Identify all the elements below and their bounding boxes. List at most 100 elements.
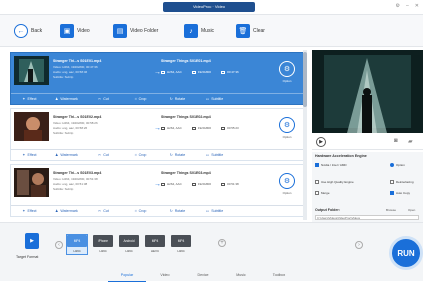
codec-field[interactable]: H264, AAC (161, 182, 182, 186)
video-item[interactable]: Stranger Thi...s S01E03.mp4 Video: H264,… (10, 164, 306, 217)
cut-button[interactable]: ✂ Cut (85, 94, 122, 104)
options-label: Option (396, 163, 405, 167)
list-scrollbar[interactable] (303, 50, 307, 220)
folder-icon[interactable]: ▰ (408, 138, 413, 145)
effect-button[interactable]: ✦ Effect (11, 206, 48, 216)
output-filename[interactable]: Stranger Things S01E02.mp4 (161, 115, 211, 119)
hw-accel-options[interactable]: Option (390, 163, 405, 167)
codec-icon (161, 126, 165, 130)
arrow-right-icon: → (154, 181, 161, 188)
clock-icon (221, 70, 226, 74)
window-controls: ⚙ – ✕ (396, 3, 419, 9)
rotate-button[interactable]: ↻ Rotate (159, 206, 196, 216)
add-format-button[interactable]: + (218, 239, 226, 247)
cut-label: Cut (103, 209, 109, 213)
category-tabs: Popular Video Device Music Toolbox (0, 270, 423, 282)
duration-field: 00:47:36 (221, 70, 239, 74)
snapshot-icon[interactable]: ◙ (394, 138, 398, 144)
video-item[interactable]: Stranger Thi...s S01E01.mp4 Video: H264,… (10, 52, 306, 105)
chevron-right-icon[interactable]: › (355, 241, 363, 249)
add-music-button[interactable]: ♪ Music (184, 24, 214, 38)
format-item[interactable]: MP4 H264 (171, 235, 191, 254)
tab-toolbox[interactable]: Toolbox (260, 270, 298, 282)
option-button[interactable]: ⚙ (279, 61, 295, 77)
resolution-value: 1920x800 (197, 70, 212, 74)
browse-button[interactable]: Browse (386, 208, 396, 212)
scroll-thumb[interactable] (303, 52, 307, 107)
hw-accel-nvidia-checkbox[interactable]: Nvidia / Intel / AMD (315, 163, 347, 167)
settings-gear-icon[interactable]: ⚙ (396, 3, 400, 9)
back-button[interactable]: ← Back (14, 24, 42, 38)
add-video-folder-button[interactable]: ▤ Video Folder (113, 24, 158, 38)
run-button[interactable]: RUN (389, 236, 423, 270)
watermark-button[interactable]: ♟ Watermark (48, 206, 85, 216)
deinterlacing-label: Deinterlacing (396, 180, 414, 184)
output-filename[interactable]: Stranger Things S01E03.mp4 (161, 171, 211, 175)
resolution-field[interactable]: 1920x800 (191, 182, 212, 186)
high-quality-checkbox[interactable]: Use High Quality Engine (315, 180, 354, 184)
duration-value: 00:47:36 (227, 70, 239, 74)
codec-value: H264, AAC (167, 182, 182, 186)
option-button[interactable]: ⚙ (279, 173, 295, 189)
tab-device[interactable]: Device (184, 270, 222, 282)
source-meta: Video: H264, 1920x800, 00:51:38 Audio: e… (53, 177, 98, 192)
format-item[interactable]: MP4 H264 (66, 234, 88, 255)
subtitle-button[interactable]: ▭ Subtitle (196, 94, 233, 104)
chevron-left-icon[interactable]: ‹ (55, 241, 63, 249)
merge-checkbox[interactable]: Merge (315, 191, 330, 195)
codec-field[interactable]: H264, AAC (161, 126, 182, 130)
output-folder-path[interactable]: C:\Users\Videos\VideoProc\Videos (315, 215, 419, 220)
watermark-button[interactable]: ♟ Watermark (48, 94, 85, 104)
crop-button[interactable]: ⌗ Crop (122, 150, 159, 160)
codec-field[interactable]: H264, AAC (161, 70, 182, 74)
source-filename: Stranger Thi...s S01E01.mp4 (53, 59, 102, 63)
effect-button[interactable]: ✦ Effect (11, 150, 48, 160)
format-card: Android (119, 235, 139, 247)
option-button[interactable]: ⚙ (279, 117, 295, 133)
tab-popular[interactable]: Popular (108, 270, 146, 282)
resolution-field[interactable]: 1920x800 (191, 70, 212, 74)
crop-button[interactable]: ⌗ Crop (122, 206, 159, 216)
play-button[interactable]: ▶ (316, 137, 326, 147)
output-filename[interactable]: Stranger Things S01E01.mp4 (161, 59, 211, 63)
deinterlacing-checkbox[interactable]: Deinterlacing (390, 180, 414, 184)
auto-copy-checkbox[interactable]: Auto Copy (390, 191, 410, 195)
format-item[interactable]: MP4 HEVC (145, 235, 165, 254)
close-icon[interactable]: ✕ (415, 3, 419, 9)
target-format-icon[interactable]: ▶ (25, 233, 39, 249)
format-codec: H264 (177, 249, 185, 253)
subtitle-button[interactable]: ▭ Subtitle (196, 150, 233, 160)
format-codec: HEVC (150, 249, 160, 253)
subtitle-button[interactable]: ▭ Subtitle (196, 206, 233, 216)
watermark-button[interactable]: ♟ Watermark (48, 150, 85, 160)
video-item[interactable]: Stranger Thi...s S01E02.mp4 Video: H264,… (10, 108, 306, 161)
tab-video[interactable]: Video (146, 270, 184, 282)
item-actions: ✦ Effect ♟ Watermark ✂ Cut ⌗ Crop ↻ Rotate ▭ S… (11, 205, 306, 216)
target-format-label: Target Format (16, 255, 39, 259)
rotate-button[interactable]: ↻ Rotate (159, 94, 196, 104)
effect-button[interactable]: ✦ Effect (11, 94, 48, 104)
format-item[interactable]: iPhone H264 (93, 235, 113, 254)
crop-button[interactable]: ⌗ Crop (122, 94, 159, 104)
resolution-field[interactable]: 1920x800 (191, 126, 211, 130)
minimize-icon[interactable]: – (406, 3, 409, 9)
add-video-button[interactable]: ▣ Video (60, 24, 90, 38)
music-note-icon: ♪ (184, 24, 198, 38)
nvidia-label: Nvidia / Intel / AMD (321, 163, 347, 167)
rotate-button[interactable]: ↻ Rotate (159, 150, 196, 160)
cut-button[interactable]: ✂ Cut (85, 206, 122, 216)
watermark-icon: ♟ (55, 209, 59, 213)
cut-label: Cut (103, 97, 109, 101)
video-list: Stranger Thi...s S01E01.mp4 Video: H264,… (10, 50, 306, 220)
tab-music[interactable]: Music (222, 270, 260, 282)
open-button[interactable]: Open (408, 208, 415, 212)
checkbox-checked-icon (390, 191, 394, 195)
effect-icon: ✦ (22, 153, 26, 157)
codec-icon (161, 182, 165, 186)
back-label: Back (31, 28, 43, 34)
format-item[interactable]: Android H264 (119, 235, 139, 254)
clear-button[interactable]: 🗑 Clear (236, 24, 265, 38)
cut-button[interactable]: ✂ Cut (85, 150, 122, 160)
resolution-value: 1920x800 (197, 182, 212, 186)
toolbar: ← Back ▣ Video ▤ Video Folder ♪ Music 🗑 … (0, 15, 423, 47)
